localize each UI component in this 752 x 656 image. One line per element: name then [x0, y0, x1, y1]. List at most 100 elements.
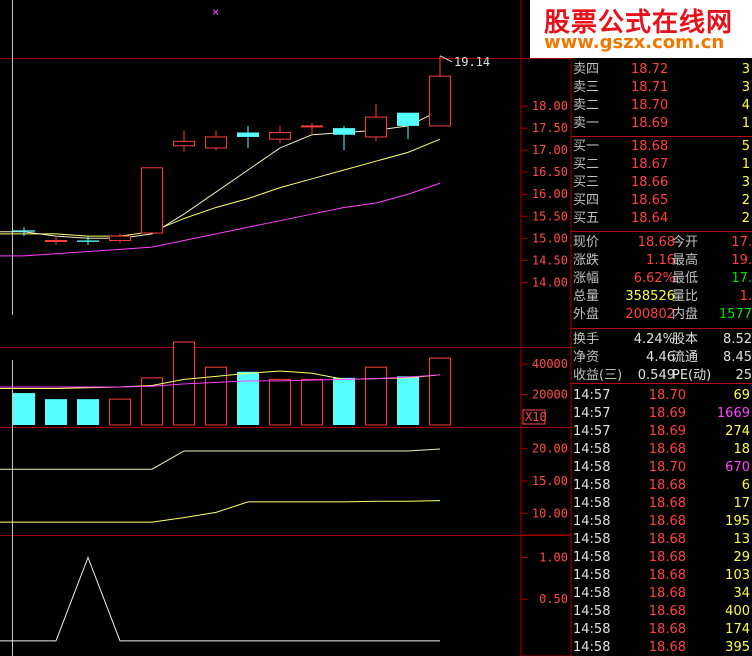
candle-body: [333, 128, 355, 135]
stat-value: 358526: [625, 289, 675, 304]
panel-divider: [571, 328, 752, 329]
ask-qty: 1: [741, 116, 750, 131]
trade-price: 18.68: [648, 478, 686, 493]
marker-glyph: ×: [212, 5, 219, 19]
ask-label: 卖四: [573, 62, 600, 77]
trade-time: 14:57: [573, 388, 611, 403]
candle-body: [77, 240, 99, 242]
trade-row: 14:58 18.68 18: [571, 441, 752, 459]
ask-price: 18.70: [631, 98, 669, 113]
candle-body: [237, 132, 259, 137]
candle-body: [13, 230, 35, 232]
stat-label: 涨幅: [573, 271, 600, 286]
bid-qty: 3: [741, 175, 750, 190]
trade-price: 18.68: [648, 640, 686, 655]
bid-row: 买三 18.66 3: [571, 174, 752, 192]
volume-bar: [45, 399, 67, 425]
stat-label: 外盘: [573, 307, 600, 322]
volume-bar: [333, 377, 355, 425]
trade-time: 14:58: [573, 532, 611, 547]
trade-price: 18.69: [648, 424, 686, 439]
price-axis-label: 17.50: [532, 121, 568, 135]
bid-label: 买二: [573, 157, 600, 172]
stat-value: 17.: [731, 271, 752, 286]
trade-price: 18.68: [648, 568, 686, 583]
trade-price: 18.70: [648, 388, 686, 403]
volume-bar: [365, 366, 387, 426]
trade-price: 18.68: [648, 514, 686, 529]
candle-body: [109, 235, 131, 242]
trade-time: 14:58: [573, 568, 611, 583]
ind1-axis-label: 20.00: [532, 441, 568, 455]
volume-bar: [429, 357, 451, 426]
trade-time: 14:58: [573, 604, 611, 619]
trade-row: 14:58 18.68 6: [571, 477, 752, 495]
stat-value: 18.68: [637, 235, 675, 250]
candle-body: [301, 125, 323, 128]
bid-label: 买四: [573, 193, 600, 208]
trade-price: 18.68: [648, 550, 686, 565]
trade-volume: 274: [725, 424, 750, 439]
fin-label: 换手: [573, 332, 600, 347]
trade-row: 14:58 18.68 395: [571, 639, 752, 656]
trade-price: 18.68: [648, 442, 686, 457]
bid-qty: 1: [741, 157, 750, 172]
trade-time: 14:58: [573, 640, 611, 655]
bid-price: 18.64: [631, 211, 669, 226]
bid-row: 买一 18.68 5: [571, 138, 752, 156]
candle-body: [397, 112, 419, 126]
volume-bar: [269, 378, 291, 426]
price-axis-label: 16.00: [532, 187, 568, 201]
stat-label: 最低: [672, 271, 699, 286]
stat-label: 现价: [573, 235, 600, 250]
trade-row: 14:57 18.69 1669: [571, 405, 752, 423]
stat-label: 涨跌: [573, 253, 600, 268]
panel-divider: [571, 383, 752, 384]
fin-value: 4.24%: [633, 332, 675, 347]
trade-price: 18.68: [648, 604, 686, 619]
candle-body: [269, 132, 291, 140]
ask-qty: 3: [741, 62, 750, 77]
bid-row: 买四 18.65 2: [571, 192, 752, 210]
bid-row: 买五 18.64 2: [571, 210, 752, 228]
stat-label: 内盘: [672, 307, 699, 322]
trade-row: 14:58 18.68 13: [571, 531, 752, 549]
candle-body: [141, 167, 163, 234]
trade-time: 14:58: [573, 460, 611, 475]
trade-volume: 400: [725, 604, 750, 619]
trade-price: 18.69: [648, 406, 686, 421]
price-axis-label: 14.00: [532, 275, 568, 289]
stat-value: 1577: [718, 307, 752, 322]
stat-row: 外盘 200802 内盘 1577: [571, 306, 752, 324]
bid-price: 18.66: [631, 175, 669, 190]
candle-body: [173, 140, 195, 147]
trade-time: 14:58: [573, 622, 611, 637]
trade-volume: 29: [733, 550, 750, 565]
trade-volume: 103: [725, 568, 750, 583]
stat-value: 19.: [731, 253, 752, 268]
ask-label: 卖三: [573, 80, 600, 95]
trade-time: 14:58: [573, 550, 611, 565]
trade-row: 14:58 18.68 17: [571, 495, 752, 513]
stat-row: 涨跌 1.16 最高 19.: [571, 252, 752, 270]
candle-body: [205, 136, 227, 149]
volume-axis-label: 40000: [532, 357, 568, 371]
trade-time: 14:57: [573, 424, 611, 439]
trade-price: 18.68: [648, 586, 686, 601]
trade-row: 14:58 18.68 174: [571, 621, 752, 639]
fin-label: 股本: [672, 332, 699, 347]
bid-label: 买三: [573, 175, 600, 190]
trade-volume: 6: [741, 478, 750, 493]
ask-label: 卖二: [573, 98, 600, 113]
trade-row: 14:57 18.70 69: [571, 387, 752, 405]
candle-body: [365, 116, 387, 138]
ind1-axis-label: 15.00: [532, 474, 568, 488]
volume-bar: [301, 378, 323, 426]
trade-volume: 1669: [716, 406, 750, 421]
trade-row: 14:58 18.68 103: [571, 567, 752, 585]
trade-time: 14:57: [573, 406, 611, 421]
fin-value: 8.52: [723, 332, 752, 347]
fin-label: 流通: [672, 350, 699, 365]
ask-row: 卖二 18.70 4: [571, 97, 752, 115]
price-axis-label: 15.50: [532, 209, 568, 223]
